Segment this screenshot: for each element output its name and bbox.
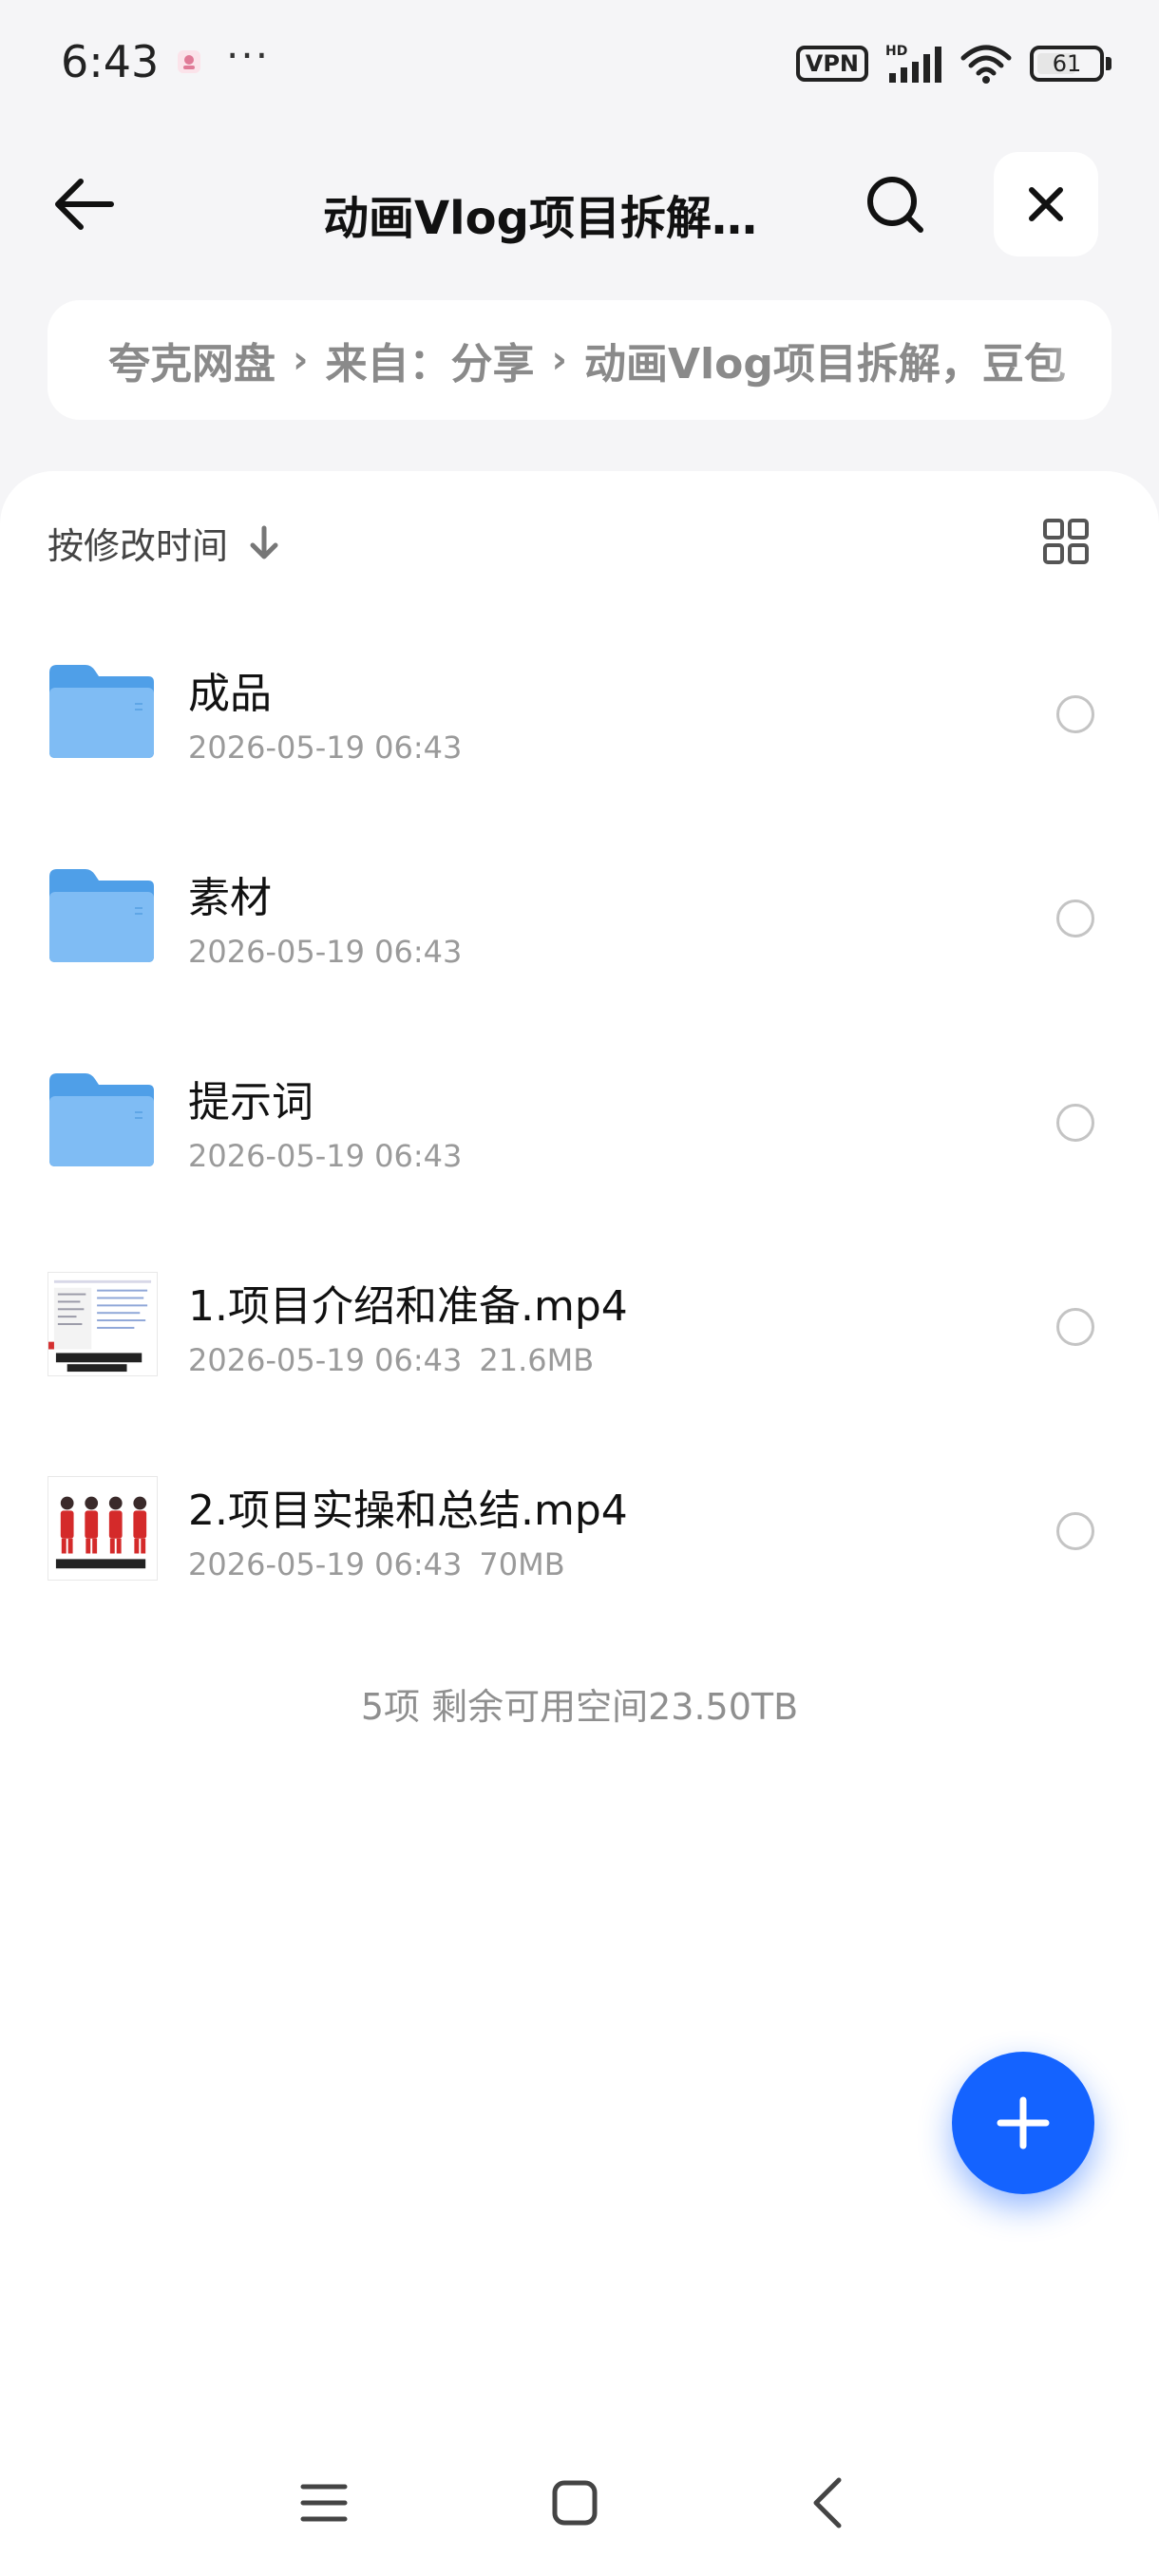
- chevron-left-icon: [813, 2477, 842, 2529]
- select-radio[interactable]: [1056, 1104, 1094, 1142]
- folder-icon: [49, 869, 154, 962]
- file-meta: 2026-05-19 06:43: [188, 934, 462, 970]
- file-name: 素材: [188, 874, 272, 922]
- file-name: 2.项目实操和总结.mp4: [188, 1487, 628, 1535]
- battery-level: 61: [1052, 50, 1082, 77]
- menu-icon: [300, 2484, 348, 2522]
- file-size: 21.6MB: [479, 1342, 595, 1378]
- breadcrumb-separator-icon: ›: [293, 338, 309, 382]
- file-date: 2026-05-19 06:43: [188, 1138, 463, 1174]
- status-bar: 6:43 ··· VPN HD 61: [0, 0, 1159, 123]
- sort-button[interactable]: 按修改时间: [48, 517, 281, 569]
- add-button[interactable]: [952, 2052, 1094, 2194]
- nav-home-button[interactable]: [532, 2460, 618, 2546]
- file-row[interactable]: 素材 2026-05-19 06:43: [0, 820, 1159, 1024]
- select-radio[interactable]: [1056, 1512, 1094, 1550]
- folder-icon: [49, 665, 154, 758]
- search-button[interactable]: [855, 171, 935, 237]
- page-title: 动画Vlog项目拆解…: [323, 192, 757, 245]
- nav-back-button[interactable]: [785, 2460, 870, 2546]
- back-button[interactable]: [46, 171, 122, 237]
- storage-summary: 5项 剩余可用空间23.50TB: [360, 1686, 799, 1728]
- file-row[interactable]: 成品 2026-05-19 06:43: [0, 616, 1159, 820]
- breadcrumb-item-root[interactable]: 夸克网盘: [108, 330, 276, 390]
- file-name: 1.项目介绍和准备.mp4: [188, 1282, 628, 1331]
- file-list: 成品 2026-05-19 06:43 素材 2026-05-19 06:43: [0, 616, 1159, 1637]
- breadcrumb: 夸克网盘 › 来自：分享 › 动画Vlog项目拆解，豆包: [48, 300, 1112, 420]
- file-meta: 2026-05-19 06:43 21.6MB: [188, 1342, 594, 1378]
- header: 动画Vlog项目拆解…: [0, 142, 1159, 266]
- file-row[interactable]: 提示词 2026-05-19 06:43: [0, 1024, 1159, 1228]
- close-button[interactable]: [994, 152, 1098, 256]
- file-date: 2026-05-19 06:43: [188, 1546, 463, 1582]
- file-meta: 2026-05-19 06:43: [188, 1138, 462, 1174]
- battery-indicator: 61: [1030, 46, 1112, 82]
- wifi-icon: [960, 45, 1012, 84]
- grid-view-icon[interactable]: [1037, 513, 1094, 570]
- network-type-label: HD: [885, 44, 907, 59]
- video-thumbnail: [48, 1476, 158, 1581]
- breadcrumb-item-share[interactable]: 来自：分享: [325, 330, 534, 390]
- folder-icon: [49, 1073, 154, 1166]
- close-icon: [1029, 187, 1063, 221]
- file-date: 2026-05-19 06:43: [188, 1342, 463, 1378]
- file-meta: 2026-05-19 06:43 70MB: [188, 1546, 565, 1582]
- nav-menu-button[interactable]: [281, 2460, 367, 2546]
- breadcrumb-fade: [1045, 300, 1112, 420]
- breadcrumb-separator-icon: ›: [551, 338, 567, 382]
- select-radio[interactable]: [1056, 695, 1094, 733]
- select-radio[interactable]: [1056, 900, 1094, 938]
- file-size: 70MB: [479, 1546, 565, 1582]
- status-time: 6:43: [61, 36, 160, 87]
- arrow-down-icon: [250, 525, 278, 559]
- file-date: 2026-05-19 06:43: [188, 934, 463, 970]
- file-panel: 按修改时间 成品 2026-05-19 06:43 素材 2026-05-19 …: [0, 471, 1159, 2576]
- file-row[interactable]: 2.项目实操和总结.mp4 2026-05-19 06:43 70MB: [0, 1432, 1159, 1637]
- cellular-signal-icon: HD: [885, 44, 941, 83]
- file-name: 提示词: [188, 1078, 314, 1127]
- screen: 6:43 ··· VPN HD 61 动画Vlog项目拆解… 夸克网盘 › 来自…: [0, 0, 1159, 2576]
- app-notification-icon: [178, 50, 200, 73]
- select-radio[interactable]: [1056, 1308, 1094, 1346]
- sort-label: 按修改时间: [48, 525, 229, 567]
- file-row[interactable]: 1.项目介绍和准备.mp4 2026-05-19 06:43 21.6MB: [0, 1228, 1159, 1432]
- status-more-dots: ···: [226, 32, 271, 79]
- system-nav-bar: [0, 2432, 1159, 2576]
- file-name: 成品: [188, 670, 272, 718]
- video-thumbnail: [48, 1272, 158, 1376]
- plus-icon: [997, 2096, 1050, 2150]
- file-meta: 2026-05-19 06:43: [188, 729, 462, 766]
- vpn-badge: VPN: [795, 46, 868, 82]
- status-indicators: VPN HD 61: [795, 40, 1112, 87]
- file-date: 2026-05-19 06:43: [188, 729, 463, 766]
- search-icon: [867, 177, 923, 233]
- home-square-icon: [552, 2480, 598, 2526]
- breadcrumb-item-current[interactable]: 动画Vlog项目拆解，豆包: [584, 330, 1066, 390]
- arrow-left-icon: [55, 179, 114, 230]
